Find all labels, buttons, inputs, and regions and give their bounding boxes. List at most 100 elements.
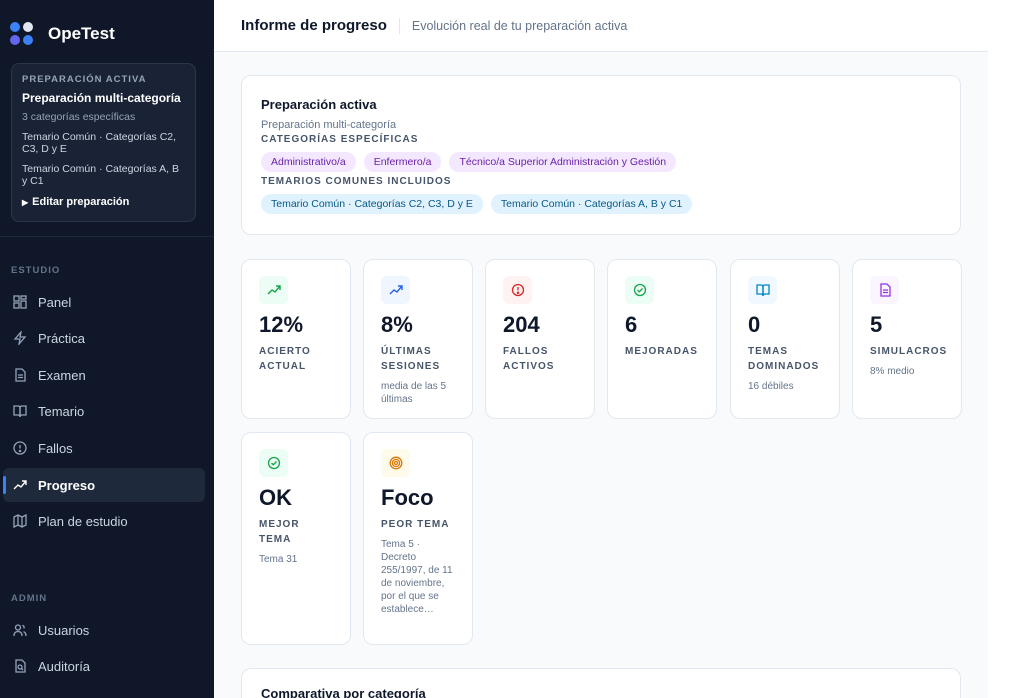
category-comparison-card: Comparativa por categoría [241, 668, 961, 698]
brand[interactable]: OpeTest [10, 22, 115, 46]
prep-line: Temario Común · Categorías C2, C3, D y E [22, 131, 177, 155]
category-chip: Administrativo/a [261, 152, 356, 172]
sidebar-item-label: Fallos [38, 440, 73, 456]
prep-eyebrow: PREPARACIÓN ACTIVA [22, 74, 147, 85]
prep-title: Preparación multi-categoría [22, 91, 181, 105]
stat-label: FALLOS ACTIVOS [503, 346, 555, 372]
stat-note: Tema 31 [259, 554, 298, 565]
sidebar-item-label: Temario [38, 403, 85, 419]
edit-prep-label: Editar preparación [32, 196, 130, 208]
audit-icon [12, 658, 28, 674]
stat-label: SIMULACROS [870, 346, 948, 357]
nav-section-estudio: ESTUDIO [11, 265, 61, 276]
comparison-title: Comparativa por categoría [261, 686, 426, 698]
book-icon [12, 403, 28, 419]
caret-right-icon: ▶ [22, 197, 29, 207]
stat-value: 8% [381, 312, 413, 337]
page-header: Informe de progreso Evolución real de tu… [214, 0, 988, 52]
common-chip: Temario Común · Categorías A, B y C1 [490, 194, 693, 214]
category-chip: Enfermero/a [363, 152, 442, 172]
sidebar-divider [0, 236, 214, 237]
alert-circle-icon [503, 276, 532, 304]
sidebar-item-label: Progreso [38, 477, 96, 493]
users-icon [12, 622, 28, 638]
category-chip: Técnico/a Superior Administración y Gest… [449, 152, 677, 172]
stat-note: 8% medio [870, 366, 915, 377]
nav-section-admin: ADMIN [11, 593, 48, 604]
sidebar-item-label: Plan de estudio [38, 513, 128, 529]
stat-card-simulacros: 5 SIMULACROS 8% medio [852, 259, 962, 419]
stat-label: MEJORADAS [625, 346, 698, 357]
active-prep-card: PREPARACIÓN ACTIVA Preparación multi-cat… [11, 63, 196, 222]
common-label: TEMARIOS COMUNES INCLUIDOS [261, 176, 452, 187]
stat-card-mejoradas: 6 MEJORADAS [607, 259, 717, 419]
sidebar-item-plan-de-estudio[interactable]: Plan de estudio [3, 504, 205, 538]
active-prep-summary: Preparación activa Preparación multi-cat… [241, 75, 961, 235]
page-subtitle: Evolución real de tu preparación activa [411, 18, 628, 33]
check-circle-icon [625, 276, 654, 304]
stat-card-ultimas-sesiones: 8% ÚLTIMAS SESIONES media de las 5 últim… [363, 259, 473, 419]
right-edge [988, 0, 1016, 698]
sidebar-item-label: Auditoría [38, 658, 91, 674]
stat-value: 12% [259, 312, 304, 337]
edit-prep-button[interactable]: ▶ Editar preparación [22, 196, 185, 208]
stat-value: 0 [748, 312, 761, 337]
sidebar-item-label: Examen [38, 367, 86, 383]
sidebar: OpeTest PREPARACIÓN ACTIVA Preparación m… [0, 0, 214, 698]
category-chips: Administrativo/a Enfermero/a Técnico/a S… [261, 152, 941, 172]
target-icon [381, 449, 410, 477]
sidebar-item-fallos[interactable]: Fallos [3, 431, 205, 465]
sidebar-item-label: Práctica [38, 330, 85, 346]
stat-label: MEJOR TEMA [259, 519, 300, 545]
trend-up-icon [259, 276, 288, 304]
sidebar-item-label: Panel [38, 294, 72, 310]
common-chips: Temario Común · Categorías C2, C3, D y E… [261, 194, 941, 214]
sidebar-item-practica[interactable]: Práctica [3, 321, 205, 355]
active-prep-title: Preparación activa [261, 97, 377, 112]
stat-value: 204 [503, 312, 540, 337]
prep-subtitle: 3 categorías específicas [22, 111, 136, 123]
sidebar-item-auditoria[interactable]: Auditoría [3, 649, 205, 683]
stat-card-peor-tema: Foco PEOR TEMA Tema 5 · Decreto 255/1997… [363, 432, 473, 645]
page-title: Informe de progreso [241, 17, 387, 34]
stat-card-mejor-tema: OK MEJOR TEMA Tema 31 [241, 432, 351, 645]
map-icon [12, 513, 28, 529]
active-prep-subtitle: Preparación multi-categoría [261, 119, 397, 131]
sidebar-item-usuarios[interactable]: Usuarios [3, 613, 205, 647]
bolt-icon [12, 330, 28, 346]
stat-note: Tema 5 · Decreto 255/1997, de 11 de novi… [381, 539, 453, 615]
sidebar-item-panel[interactable]: Panel [3, 285, 205, 319]
stat-value: 5 [870, 312, 883, 337]
stat-value: Foco [381, 485, 434, 510]
sidebar-item-examen[interactable]: Examen [3, 358, 205, 392]
stat-card-temas-dominados: 0 TEMAS DOMINADOS 16 débiles [730, 259, 840, 419]
check-circle-icon [259, 449, 288, 477]
common-chip: Temario Común · Categorías C2, C3, D y E [261, 194, 483, 214]
stat-value: 6 [625, 312, 638, 337]
stat-value: OK [259, 485, 292, 510]
header-separator [398, 17, 400, 34]
stat-label: ACIERTO ACTUAL [259, 346, 311, 372]
stat-label: TEMAS DOMINADOS [748, 346, 820, 372]
stat-note: media de las 5 últimas [381, 381, 447, 405]
document-icon [870, 276, 899, 304]
sidebar-item-label: Usuarios [38, 622, 90, 638]
categories-label: CATEGORÍAS ESPECÍFICAS [261, 134, 419, 145]
stat-card-fallos: 204 FALLOS ACTIVOS [485, 259, 595, 419]
trend-up-icon [381, 276, 410, 304]
stat-card-acierto: 12% ACIERTO ACTUAL [241, 259, 351, 419]
stat-label: PEOR TEMA [381, 519, 450, 530]
trend-up-icon [12, 477, 28, 493]
sidebar-item-progreso[interactable]: Progreso [3, 468, 205, 502]
grid-icon [12, 294, 28, 310]
sidebar-item-temario[interactable]: Temario [3, 394, 205, 428]
main-content: Informe de progreso Evolución real de tu… [214, 0, 988, 698]
book-icon [748, 276, 777, 304]
alert-circle-icon [12, 440, 28, 456]
stat-label: ÚLTIMAS SESIONES [381, 346, 441, 372]
logo-icon [10, 22, 34, 46]
brand-name: OpeTest [48, 24, 115, 43]
document-icon [12, 367, 28, 383]
prep-line: Temario Común · Categorías A, B y C1 [22, 163, 179, 187]
stat-note: 16 débiles [748, 381, 794, 392]
